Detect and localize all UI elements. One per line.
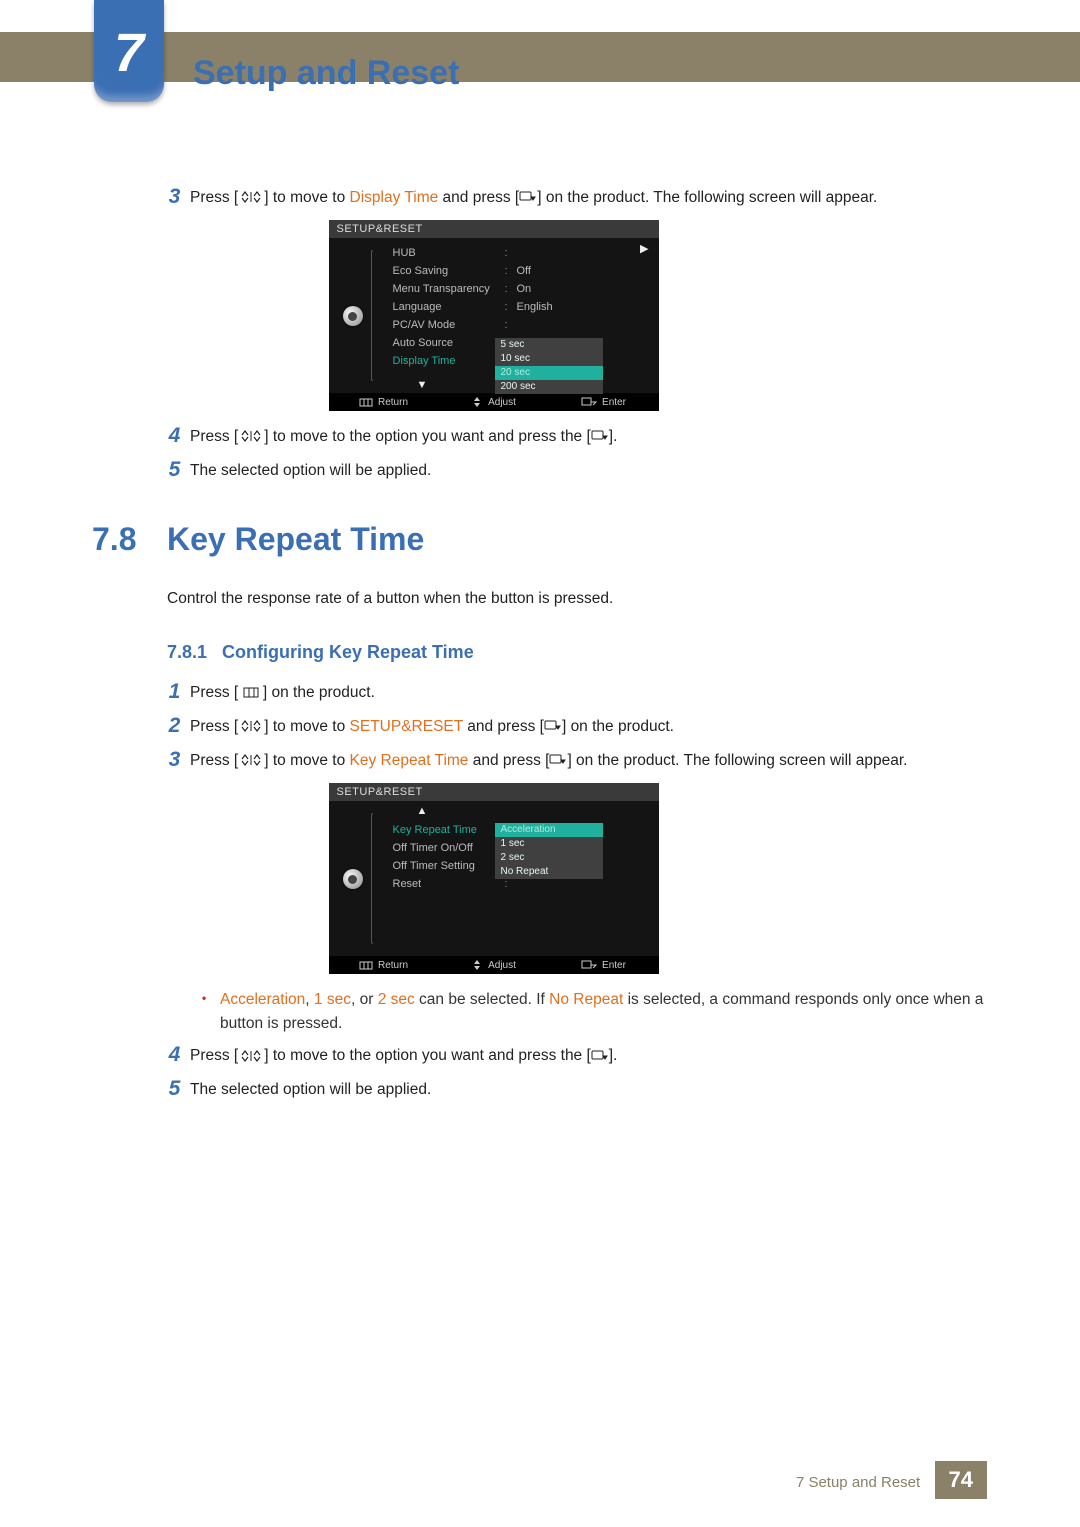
step-text: Press [ ] on the product. [190,681,987,705]
step-text: The selected option will be applied. [190,459,987,483]
bullet-icon: • [202,988,220,1036]
osd-footer: Return Adjust Enter [329,956,659,974]
adjust-icon [471,959,483,971]
osd-footer: Return Adjust Enter [329,393,659,411]
step-text: Press [] to move to SETUP&RESET and pres… [190,715,987,739]
arc-decor [371,813,373,944]
step-text: The selected option will be applied. [190,1078,987,1102]
section-title: Key Repeat Time [167,521,424,558]
osd-dropdown-option[interactable]: 2 sec [495,851,603,865]
osd-menu-item[interactable]: HUB: [377,244,659,262]
arrow-down-icon: ▼ [417,379,428,391]
updown-icon [238,1050,264,1063]
chapter-badge: 7 [94,0,164,102]
arrow-up-icon: ▲ [417,805,428,817]
section-intro: Control the response rate of a button wh… [0,590,987,608]
step-number: 3 [162,749,187,770]
osd-dropdown[interactable]: Acceleration1 sec2 secNo Repeat [495,823,603,879]
menu-icon [243,687,259,698]
step-text: Press [] to move to the option you want … [190,425,987,449]
updown-icon [238,754,264,767]
section-number: 7.8 [92,521,167,558]
source-icon [519,191,537,204]
step-number: 1 [162,681,187,702]
subsection-heading: 7.8.1Configuring Key Repeat Time [0,642,987,663]
step-number: 3 [162,186,187,207]
osd-dropdown-option[interactable]: No Repeat [495,865,603,879]
enter-icon [581,397,597,407]
osd-dropdown-option[interactable]: 5 sec [495,338,603,352]
page-footer: 7 Setup and Reset 74 [0,1461,1080,1499]
source-icon [591,1050,609,1063]
gear-icon [343,306,363,326]
osd-key-repeat: SETUP&RESET ▲ Key Repeat Time:Off Timer … [329,783,659,974]
step-text: Press [] to move to Key Repeat Time and … [190,749,987,773]
osd-display-time: SETUP&RESET ▶ HUB:Eco Saving:OffMenu Tra… [329,220,659,411]
osd-dropdown-option[interactable]: 200 sec [495,380,603,394]
source-icon [591,430,609,443]
osd-menu-item[interactable]: Language:English [377,298,659,316]
step-text: Press [] to move to the option you want … [190,1044,987,1068]
osd-title: SETUP&RESET [329,783,659,801]
osd-dropdown[interactable]: 5 sec10 sec20 sec200 sec [495,338,603,394]
step-number: 2 [162,715,187,736]
page-number: 74 [935,1461,987,1499]
gear-icon [343,869,363,889]
osd-menu-item[interactable]: PC/AV Mode: [377,316,659,334]
osd-dropdown-option[interactable]: 10 sec [495,352,603,366]
menu-icon [359,398,373,407]
bullet-text: Acceleration, 1 sec, or 2 sec can be sel… [220,988,987,1036]
chapter-number: 7 [94,22,164,84]
updown-icon [238,191,264,204]
osd-dropdown-option[interactable]: Acceleration [495,823,603,837]
arrow-right-icon: ▶ [640,242,648,255]
osd-menu-item[interactable]: Menu Transparency:On [377,280,659,298]
enter-icon [581,960,597,970]
adjust-icon [471,396,483,408]
menu-icon [359,961,373,970]
osd-menu-item[interactable]: Eco Saving:Off [377,262,659,280]
footer-label: 7 Setup and Reset [796,1474,920,1491]
updown-icon [238,430,264,443]
osd-dropdown-option[interactable]: 20 sec [495,366,603,380]
osd-dropdown-option[interactable]: 1 sec [495,837,603,851]
updown-icon [238,720,264,733]
step-text: Press [] to move to Display Time and pre… [190,186,987,210]
step-number: 5 [162,1078,187,1099]
arc-decor [371,250,373,381]
step-number: 4 [162,425,187,446]
step-number: 4 [162,1044,187,1065]
source-icon [549,754,567,767]
osd-title: SETUP&RESET [329,220,659,238]
chapter-title: Setup and Reset [193,54,459,93]
source-icon [544,720,562,733]
step-number: 5 [162,459,187,480]
